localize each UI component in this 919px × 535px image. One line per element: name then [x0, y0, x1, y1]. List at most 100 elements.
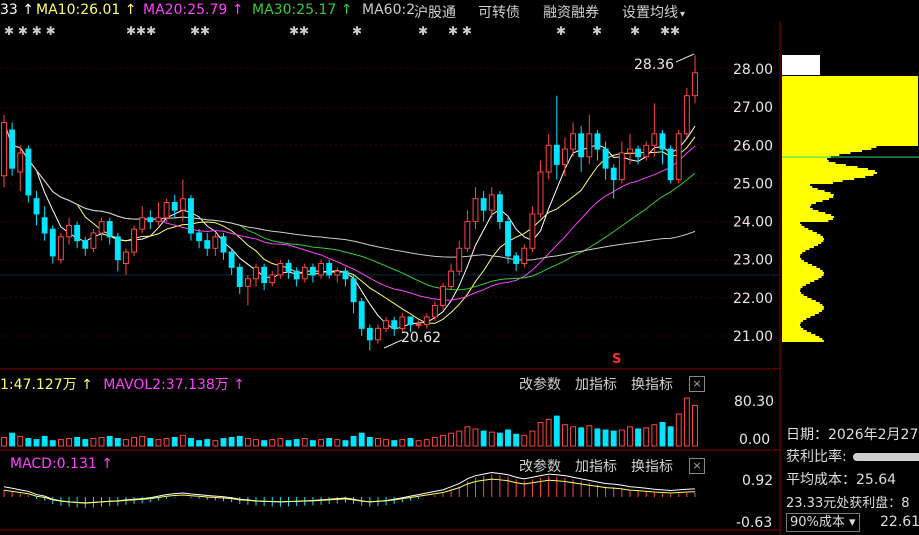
add-indicator-button[interactable]: 加指标: [575, 456, 617, 476]
volume-bar: [131, 436, 138, 447]
event-marker[interactable]: ✱: [556, 24, 566, 38]
event-marker[interactable]: ✱✱✱: [126, 24, 156, 38]
candle-body: [204, 240, 211, 249]
price-tick-label: 24.00: [733, 215, 773, 231]
candle-body: [131, 228, 138, 253]
candle-body: [375, 327, 381, 341]
chip-bar: [782, 220, 829, 222]
chip-bar: [782, 76, 918, 78]
chip-bar: [782, 184, 811, 186]
volume-bar: [578, 427, 585, 447]
chip-bar: [782, 216, 834, 218]
volume-bar: [448, 432, 455, 447]
volume-bar: [261, 440, 268, 447]
chip-bar: [782, 114, 918, 116]
chip-bar: [782, 124, 918, 126]
switch-indicator-button[interactable]: 换指标: [631, 456, 673, 476]
candle-body: [399, 316, 406, 329]
add-indicator-button[interactable]: 加指标: [575, 374, 617, 394]
candle-body: [488, 194, 495, 211]
chip-bar: [782, 120, 918, 122]
chip-bar: [782, 338, 823, 340]
candle-body: [659, 133, 666, 150]
price-tick-label: 21.00: [733, 329, 773, 345]
volume-bar: [244, 438, 251, 447]
event-marker[interactable]: ✱: [352, 24, 362, 38]
candle-body: [334, 270, 341, 276]
event-marker[interactable]: ✱✱: [660, 24, 680, 38]
volume-bar: [139, 435, 146, 447]
volume-bar: [407, 438, 414, 447]
event-marker[interactable]: ✱✱: [190, 24, 210, 38]
volume-panel-title: 1:47.127万 ↑ MAVOL2:37.138万 ↑: [0, 374, 245, 394]
volume-bar: [25, 438, 32, 447]
chip-bar: [782, 190, 825, 192]
volume-bar: [49, 440, 56, 447]
chip-bar: [782, 228, 809, 230]
volume-bar: [423, 439, 430, 447]
chip-bar: [782, 276, 822, 278]
candle-body: [244, 278, 251, 287]
chip-bar: [782, 178, 855, 180]
event-marker[interactable]: ✱: [418, 24, 428, 38]
volume-bar: [529, 430, 536, 447]
close-icon[interactable]: ×: [689, 458, 705, 474]
modify-params-button[interactable]: 改参数: [519, 456, 561, 476]
volume-bar: [618, 429, 625, 447]
chip-bar: [782, 132, 918, 134]
modify-params-button[interactable]: 改参数: [519, 374, 561, 394]
candle-body: [521, 247, 528, 265]
chip-distribution: [782, 55, 919, 342]
event-marker[interactable]: ✱ ✱ ✱ ✱: [4, 24, 56, 38]
chip-bar: [782, 298, 812, 300]
volume-bar: [123, 439, 129, 447]
volume-bar: [480, 430, 487, 447]
chip-bar: [782, 304, 823, 306]
chip-bar: [782, 258, 802, 260]
chip-bar: [782, 286, 803, 288]
candle-body: [228, 251, 235, 268]
candle-body: [618, 152, 625, 181]
candle-body: [675, 133, 682, 181]
candle-body: [610, 167, 617, 181]
cost-range-select[interactable]: 90%成本 ▾: [786, 513, 860, 532]
volume-bar: [179, 434, 186, 447]
stock-chart: 28.00 27.00 26.00 25.00 24.00 23.00 22.00 21.00…: [0, 22, 919, 535]
chip-bar: [782, 214, 832, 216]
volume-bar: [98, 436, 105, 447]
close-icon[interactable]: ×: [689, 376, 705, 392]
candle-body: [496, 194, 503, 223]
low-price-label: 20.62: [401, 330, 441, 346]
event-marker[interactable]: ✱: [630, 24, 640, 38]
chip-bar: [782, 188, 818, 190]
candlesticks: [1, 55, 698, 351]
candle-body: [66, 224, 72, 238]
volume-bar: [586, 425, 593, 447]
chip-bar: [782, 324, 801, 326]
volume-bar: [415, 440, 422, 447]
volume-bar: [293, 439, 300, 447]
event-marker[interactable]: ✱: [592, 24, 602, 38]
volume-bar: [496, 432, 503, 447]
volume-bar: [692, 404, 698, 447]
volume-bar: [1, 436, 7, 447]
volume-bar: [277, 438, 284, 447]
event-marker[interactable]: ✱ ✱: [448, 24, 472, 38]
candle-body: [57, 236, 64, 261]
volume-bar: [667, 426, 674, 447]
chip-bar: [782, 174, 874, 176]
chip-bar: [782, 80, 918, 82]
chip-bar: [782, 148, 872, 150]
candle-body: [1, 121, 7, 177]
volume-bar: [155, 439, 162, 447]
chip-bar: [782, 236, 823, 238]
chip-bar: [782, 218, 833, 220]
grid-lines: [0, 68, 780, 337]
volume-bar: [635, 428, 642, 447]
chip-bar: [782, 202, 816, 204]
profit-ratio-bar: [853, 453, 919, 461]
volume-axis-bottom: 0.00: [739, 432, 770, 448]
switch-indicator-button[interactable]: 换指标: [631, 374, 673, 394]
event-marker[interactable]: ✱✱: [289, 24, 309, 38]
chip-bar: [782, 334, 816, 336]
